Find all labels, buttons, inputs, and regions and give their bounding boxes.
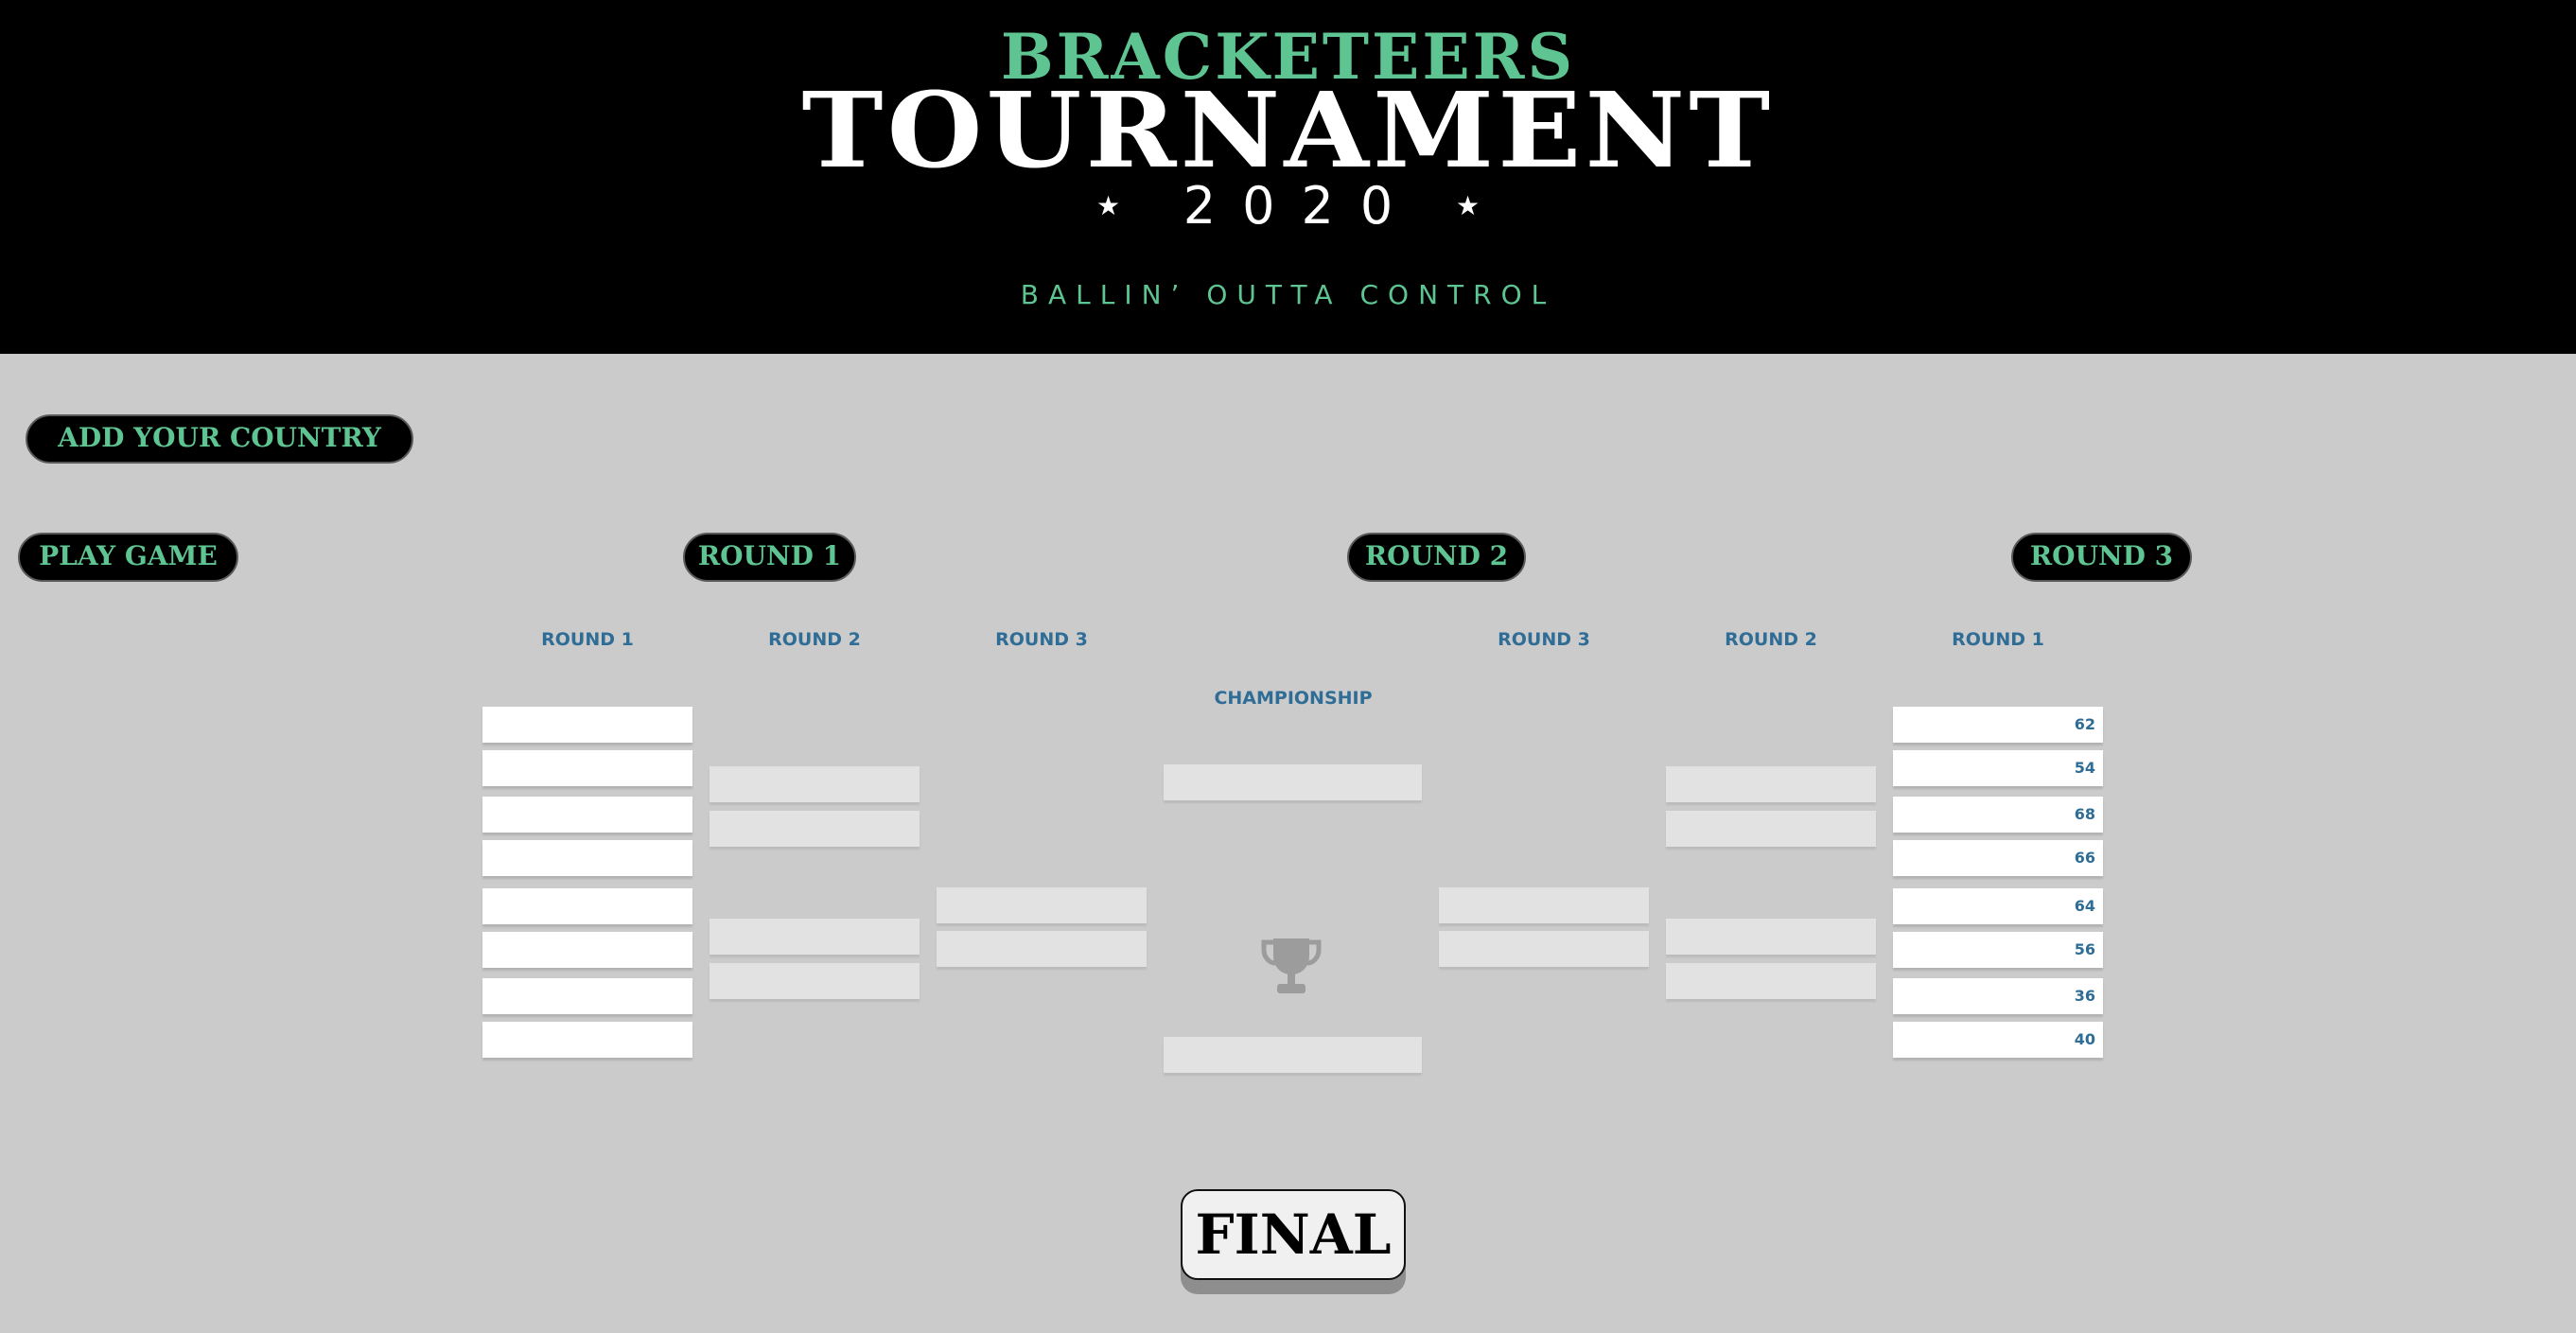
championship-label: CHAMPIONSHIP [1214, 688, 1373, 709]
left-r1-slot[interactable] [482, 1022, 692, 1058]
right-r1-slot[interactable]: 56 [1893, 932, 2103, 968]
score-value: 62 [2074, 715, 2095, 733]
star-icon: ★ [1095, 189, 1121, 221]
right-r2-slot[interactable] [1666, 963, 1876, 999]
right-r1-slot[interactable]: 54 [1893, 750, 2103, 786]
right-round-2-label: ROUND 2 [1725, 629, 1817, 650]
round-1-button[interactable]: ROUND 1 [683, 533, 856, 582]
left-r1-slot[interactable] [482, 888, 692, 924]
right-r2-slot[interactable] [1666, 766, 1876, 802]
left-r1-slot[interactable] [482, 707, 692, 743]
score-value: 36 [2074, 987, 2095, 1005]
left-r2-slot[interactable] [710, 811, 920, 847]
left-round-3-label: ROUND 3 [995, 629, 1088, 650]
left-r3-slot[interactable] [937, 931, 1147, 967]
final-button[interactable]: FINAL [1181, 1189, 1406, 1280]
year-label: 2020 [1183, 175, 1420, 236]
score-value: 64 [2074, 897, 2095, 915]
right-r1-slot[interactable]: 68 [1893, 797, 2103, 833]
round-3-button[interactable]: ROUND 3 [2011, 533, 2192, 582]
year-row: ★ 2020 ★ [0, 170, 2576, 240]
right-r2-slot[interactable] [1666, 811, 1876, 847]
score-value: 56 [2074, 940, 2095, 958]
right-r3-slot[interactable] [1439, 887, 1649, 923]
play-game-button[interactable]: PLAY GAME [18, 533, 238, 582]
left-r2-slot[interactable] [710, 963, 920, 999]
left-r1-slot[interactable] [482, 840, 692, 876]
right-r1-slot[interactable]: 62 [1893, 707, 2103, 743]
right-r1-slot[interactable]: 40 [1893, 1022, 2103, 1058]
right-r2-slot[interactable] [1666, 919, 1876, 955]
add-country-button[interactable]: ADD YOUR COUNTRY [26, 414, 413, 464]
championship-slot-top[interactable] [1164, 764, 1422, 800]
score-value: 54 [2074, 759, 2095, 777]
left-r1-slot[interactable] [482, 932, 692, 968]
left-r1-slot[interactable] [482, 797, 692, 833]
score-value: 40 [2074, 1030, 2095, 1048]
left-round-1-label: ROUND 1 [541, 629, 634, 650]
star-icon: ★ [1455, 189, 1481, 221]
right-r1-slot[interactable]: 36 [1893, 978, 2103, 1014]
left-r3-slot[interactable] [937, 887, 1147, 923]
left-r2-slot[interactable] [710, 919, 920, 955]
right-round-1-label: ROUND 1 [1952, 629, 2044, 650]
left-r1-slot[interactable] [482, 978, 692, 1014]
left-r2-slot[interactable] [710, 766, 920, 802]
header-banner: BRACKETEERS TOURNAMENT ★ 2020 ★ BALLIN’ … [0, 0, 2576, 354]
right-round-3-label: ROUND 3 [1498, 629, 1590, 650]
championship-slot-bottom[interactable] [1164, 1037, 1422, 1073]
score-value: 68 [2074, 805, 2095, 823]
right-r3-slot[interactable] [1439, 931, 1649, 967]
left-r1-slot[interactable] [482, 750, 692, 786]
tagline: BALLIN’ OUTTA CONTROL [1020, 279, 1556, 310]
round-2-button[interactable]: ROUND 2 [1347, 533, 1526, 582]
left-round-2-label: ROUND 2 [768, 629, 861, 650]
score-value: 66 [2074, 849, 2095, 867]
right-r1-slot[interactable]: 64 [1893, 888, 2103, 924]
right-r1-slot[interactable]: 66 [1893, 840, 2103, 876]
trophy-icon [1261, 938, 1322, 993]
